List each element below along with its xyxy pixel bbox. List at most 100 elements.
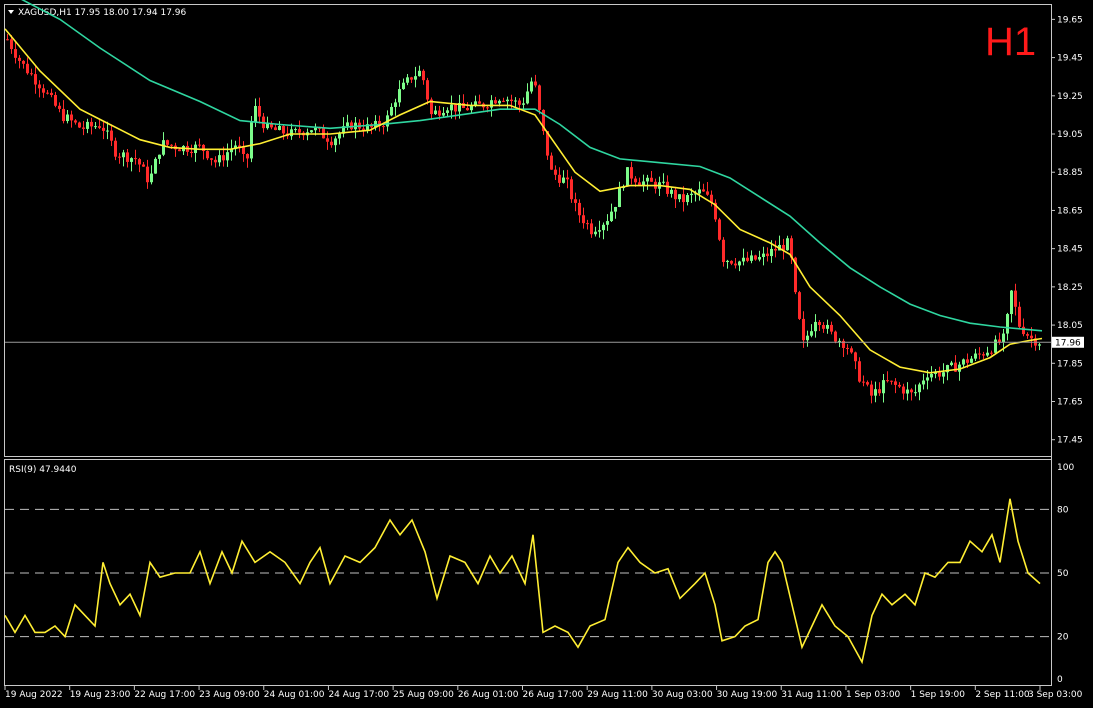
candlestick-series xyxy=(6,33,1041,404)
candle-body xyxy=(478,101,481,104)
candle-body xyxy=(678,194,681,200)
candle-body xyxy=(110,130,113,141)
candle-body xyxy=(822,325,825,329)
candle-body xyxy=(94,126,97,128)
candle-body xyxy=(158,154,161,159)
chart-canvas[interactable]: XAGUSD,H1 17.95 18.00 17.94 17.96 H1 RSI… xyxy=(0,0,1093,708)
candle-body xyxy=(570,179,573,200)
price-tick-label: 19.65 xyxy=(1057,15,1083,25)
candle-body xyxy=(290,129,293,137)
candle-body xyxy=(774,248,777,251)
price-tick-label: 18.25 xyxy=(1057,283,1083,293)
time-tick-label: 1 Sep 03:00 xyxy=(846,690,901,700)
candle-body xyxy=(814,321,817,332)
candle-body xyxy=(518,100,521,105)
candle-body xyxy=(510,99,513,102)
time-tick-label: 30 Aug 19:00 xyxy=(717,690,778,700)
candle-body xyxy=(926,377,929,381)
candle-body xyxy=(786,238,789,251)
candle-body xyxy=(734,263,737,266)
candle-body xyxy=(554,169,557,175)
candle-body xyxy=(130,158,133,162)
trading-chart-window[interactable]: XAGUSD,H1 17.95 18.00 17.94 17.96 H1 RSI… xyxy=(0,0,1093,708)
candle-body xyxy=(914,392,917,394)
price-tick-label: 19.25 xyxy=(1057,92,1083,102)
candle-body xyxy=(250,122,253,159)
candle-body xyxy=(950,362,953,366)
candle-body xyxy=(102,127,105,131)
candle-body xyxy=(218,155,221,163)
candle-body xyxy=(598,230,601,232)
candle-body xyxy=(666,181,669,194)
candle-body xyxy=(66,114,69,122)
candle-body xyxy=(330,141,333,146)
candle-body xyxy=(630,167,633,179)
candle-body xyxy=(854,352,857,362)
candle-body xyxy=(294,129,297,131)
candle-body xyxy=(722,239,725,263)
candle-body xyxy=(446,110,449,113)
candle-body xyxy=(46,92,49,94)
candle-body xyxy=(410,77,413,80)
candle-body xyxy=(106,130,109,132)
candle-body xyxy=(210,158,213,160)
candle-body xyxy=(1026,334,1029,336)
candle-body xyxy=(902,386,905,394)
candle-body xyxy=(590,223,593,235)
candle-body xyxy=(206,151,209,159)
candle-body xyxy=(42,88,45,93)
candle-body xyxy=(994,339,997,353)
dropdown-triangle-icon[interactable] xyxy=(8,10,14,14)
time-tick-label: 19 Aug 23:00 xyxy=(70,690,131,700)
candle-body xyxy=(414,76,417,80)
candle-body xyxy=(274,127,277,131)
price-tag-text: 17.96 xyxy=(1055,338,1081,348)
candle-body xyxy=(126,152,129,162)
candle-body xyxy=(970,358,973,363)
candle-body xyxy=(394,102,397,107)
time-axis: 19 Aug 2022 19 Aug 23:00 22 Aug 17:00 23 Au… xyxy=(4,686,1083,700)
candle-body xyxy=(706,191,709,195)
candle-body xyxy=(882,380,885,394)
candle-body xyxy=(310,130,313,133)
candle-body xyxy=(154,158,157,174)
slow-moving-average-line xyxy=(21,0,1043,332)
symbol-header: XAGUSD,H1 17.95 18.00 17.94 17.96 xyxy=(18,8,187,18)
candle-body xyxy=(10,39,13,50)
candle-body xyxy=(698,189,701,194)
candle-body xyxy=(566,177,569,180)
candle-body xyxy=(26,63,29,74)
candle-body xyxy=(34,74,37,85)
price-tick-label: 19.05 xyxy=(1057,130,1083,140)
candle-body xyxy=(434,110,437,115)
candle-body xyxy=(258,106,261,117)
time-tick-label: 24 Aug 17:00 xyxy=(328,690,389,700)
candle-body xyxy=(314,127,317,131)
candle-body xyxy=(118,156,121,158)
candle-body xyxy=(442,112,445,116)
candle-body xyxy=(610,211,613,222)
candle-body xyxy=(402,82,405,90)
candle-body xyxy=(642,181,645,186)
candle-body xyxy=(222,155,225,161)
candle-body xyxy=(606,221,609,225)
candle-body xyxy=(134,158,137,160)
candle-body xyxy=(138,159,141,165)
candle-body xyxy=(382,126,385,128)
candle-body xyxy=(398,89,401,103)
candle-body xyxy=(338,133,341,139)
candle-body xyxy=(246,153,249,159)
candle-body xyxy=(982,354,985,356)
candle-body xyxy=(834,331,837,342)
price-tick-label: 19.45 xyxy=(1057,54,1083,64)
candle-body xyxy=(930,373,933,378)
candle-body xyxy=(562,177,565,183)
candle-body xyxy=(486,107,489,109)
candle-body xyxy=(762,253,765,258)
candle-body xyxy=(962,359,965,365)
candle-body xyxy=(70,114,73,121)
candle-body xyxy=(1014,290,1017,307)
candle-body xyxy=(578,202,581,216)
candle-body xyxy=(798,292,801,319)
candle-body xyxy=(770,248,773,257)
